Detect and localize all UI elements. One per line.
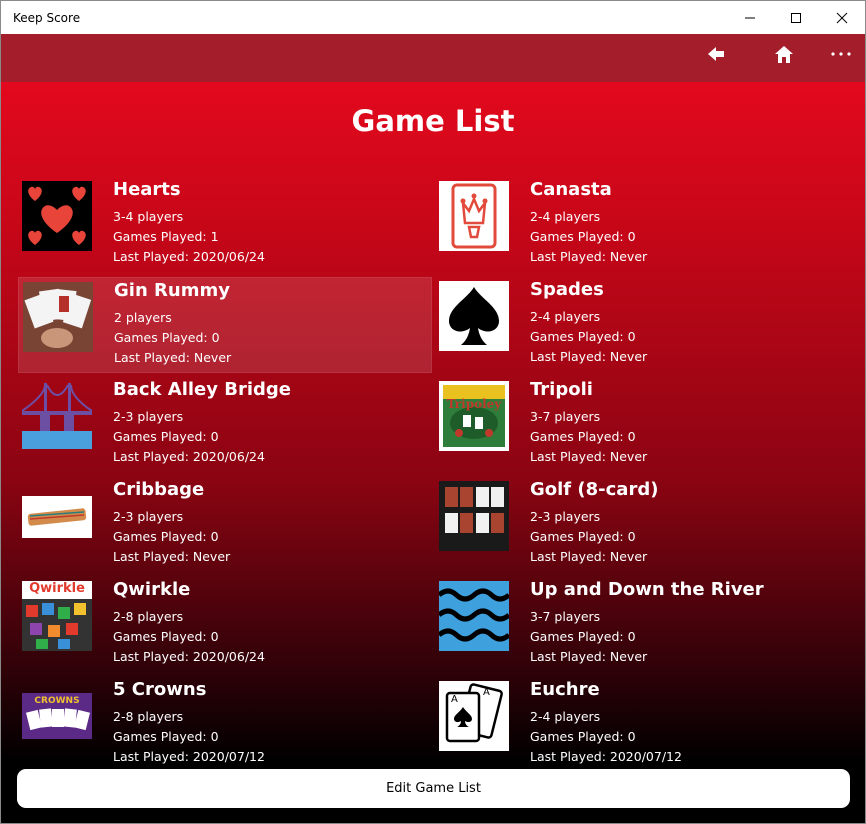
game-name: Canasta [530, 179, 612, 200]
game-name: Cribbage [113, 479, 205, 500]
game-played-count: Games Played: 0 [113, 429, 219, 444]
game-name: Spades [530, 279, 604, 300]
game-name: 5 Crowns [113, 679, 207, 700]
game-name: Hearts [113, 179, 181, 200]
game-item-cribbage[interactable]: Cribbage 2-3 players Games Played: 0 Las… [18, 477, 432, 573]
game-name: Back Alley Bridge [113, 379, 291, 400]
game-last-played: Last Played: 2020/07/12 [530, 749, 682, 764]
back-arrow-icon [708, 47, 724, 61]
game-played-count: Games Played: 0 [530, 229, 636, 244]
ace-card-label-top: A [451, 694, 458, 705]
game-item-up-and-down-the-river[interactable]: Up and Down the River 3-7 players Games … [435, 577, 849, 673]
game-item-5-crowns[interactable]: CROWNS 5 Crowns 2-8 players Games Played… [18, 677, 432, 773]
game-item-qwirkle[interactable]: Qwirkle Qwirkle 2-8 players Games Played… [18, 577, 432, 673]
game-last-played: Last Played: Never [530, 249, 648, 264]
game-players: 3-7 players [530, 609, 601, 624]
qwirkle-box-label: Qwirkle [29, 581, 85, 596]
game-players: 2-3 players [113, 509, 184, 524]
game-last-played: Last Played: Never [530, 449, 648, 464]
game-played-count: Games Played: 1 [113, 229, 219, 244]
game-last-played: Last Played: Never [530, 349, 648, 364]
game-played-count: Games Played: 0 [530, 629, 636, 644]
game-item-golf[interactable]: Golf (8-card) 2-3 players Games Played: … [435, 477, 849, 573]
game-item-gin-rummy[interactable]: Gin Rummy 2 players Games Played: 0 Last… [18, 277, 432, 373]
game-item-hearts[interactable]: Hearts 3-4 players Games Played: 1 Last … [18, 177, 432, 273]
more-icon [831, 52, 851, 56]
five-crowns-box-image: CROWNS [22, 681, 92, 751]
home-icon [775, 45, 793, 63]
maximize-icon [791, 12, 801, 23]
spade-image [439, 281, 509, 351]
more-button[interactable] [821, 34, 861, 74]
five-crowns-box-label: CROWNS [34, 696, 80, 706]
game-players: 2-3 players [530, 509, 601, 524]
close-button[interactable] [819, 1, 865, 34]
game-players: 2-4 players [530, 709, 601, 724]
qwirkle-box-image: Qwirkle [22, 581, 92, 651]
game-players: 3-7 players [530, 409, 601, 424]
app-title: Keep Score [13, 11, 81, 25]
game-players: 3-4 players [113, 209, 184, 224]
aces-cards-image: A A [439, 681, 509, 751]
game-last-played: Last Played: 2020/07/12 [113, 749, 265, 764]
game-name: Euchre [530, 679, 600, 700]
page-title: Game List [351, 104, 515, 138]
game-players: 2-8 players [113, 709, 184, 724]
game-played-count: Games Played: 0 [114, 330, 220, 345]
game-last-played: Last Played: Never [114, 350, 232, 365]
close-icon [836, 12, 848, 23]
command-bar [1, 34, 865, 82]
hearts-image [22, 181, 92, 251]
game-players: 2 players [114, 310, 172, 325]
game-name: Tripoli [530, 379, 593, 400]
gin-rummy-cards-image [23, 282, 93, 352]
ace-card-label-back: A [483, 687, 490, 698]
game-last-played: Last Played: 2020/06/24 [113, 449, 265, 464]
canasta-joker-image [439, 181, 509, 251]
game-players: 2-8 players [113, 609, 184, 624]
game-item-spades[interactable]: Spades 2-4 players Games Played: 0 Last … [435, 277, 849, 373]
game-last-played: Last Played: 2020/06/24 [113, 649, 265, 664]
game-item-back-alley-bridge[interactable]: Back Alley Bridge 2-3 players Games Play… [18, 377, 432, 473]
game-played-count: Games Played: 0 [113, 729, 219, 744]
game-item-canasta[interactable]: Canasta 2-4 players Games Played: 0 Last… [435, 177, 849, 273]
game-played-count: Games Played: 0 [530, 729, 636, 744]
game-last-played: Last Played: Never [530, 549, 648, 564]
game-last-played: Last Played: Never [113, 549, 231, 564]
game-played-count: Games Played: 0 [530, 529, 636, 544]
game-players: 2-4 players [530, 309, 601, 324]
title-bar: Keep Score [1, 1, 865, 34]
game-last-played: Last Played: 2020/06/24 [113, 249, 265, 264]
tripoli-box-label: Tripoley [446, 397, 502, 411]
game-players: 2-4 players [530, 209, 601, 224]
minimize-button[interactable] [727, 1, 773, 34]
game-item-euchre[interactable]: A A Euchre 2-4 players Games Played: 0 L… [435, 677, 849, 773]
waves-image [439, 581, 509, 651]
main-content: Game List Hearts 3-4 players Games Playe… [1, 82, 865, 823]
game-played-count: Games Played: 0 [113, 629, 219, 644]
back-button[interactable] [697, 34, 737, 74]
home-button[interactable] [764, 34, 804, 74]
app-window: Keep Score Game List Hearts 3-4 players … [0, 0, 866, 824]
game-players: 2-3 players [113, 409, 184, 424]
game-name: Qwirkle [113, 579, 191, 600]
game-item-tripoli[interactable]: Tripoley Tripoli 3-7 players Games Playe… [435, 377, 849, 473]
game-name: Gin Rummy [114, 280, 230, 301]
game-played-count: Games Played: 0 [530, 329, 636, 344]
game-name: Up and Down the River [530, 579, 764, 600]
minimize-icon [745, 17, 755, 18]
game-played-count: Games Played: 0 [530, 429, 636, 444]
game-name: Golf (8-card) [530, 479, 659, 500]
edit-game-list-button[interactable]: Edit Game List [17, 769, 850, 808]
maximize-button[interactable] [773, 1, 819, 34]
cribbage-board-image [22, 481, 92, 551]
golf-cards-image [439, 481, 509, 551]
game-played-count: Games Played: 0 [113, 529, 219, 544]
bridge-image [22, 381, 92, 451]
tripoli-box-image: Tripoley [439, 381, 509, 451]
game-last-played: Last Played: Never [530, 649, 648, 664]
